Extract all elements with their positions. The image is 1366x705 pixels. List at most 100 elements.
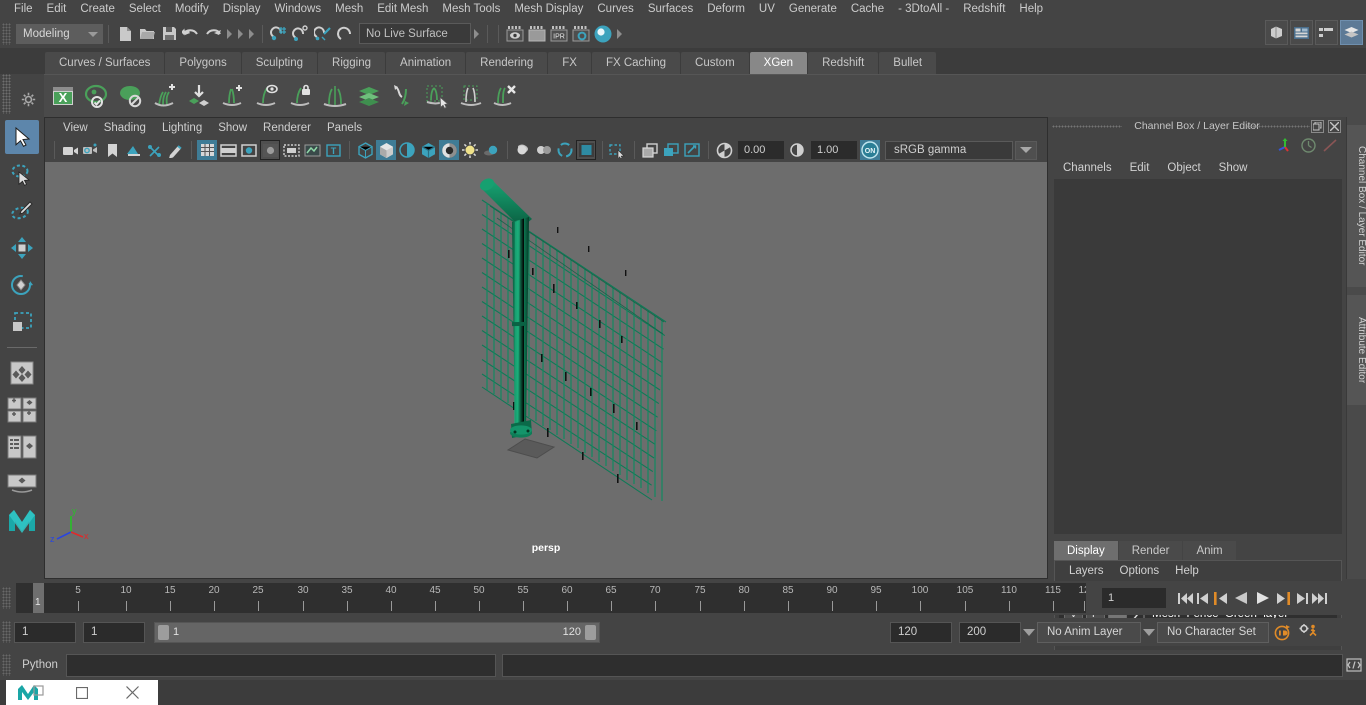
menu-redshift[interactable]: Redshift — [956, 0, 1012, 19]
menu-mesh-tools[interactable]: Mesh Tools — [435, 0, 507, 19]
render-current-frame-icon[interactable] — [504, 23, 526, 45]
shelf-tab-rigging[interactable]: Rigging — [318, 52, 386, 74]
paint-select-tool[interactable] — [5, 194, 39, 228]
channel-menu-object[interactable]: Object — [1158, 162, 1209, 174]
shelf-tab-bullet[interactable]: Bullet — [879, 52, 937, 74]
snap-to-projected-center-icon[interactable] — [334, 23, 356, 45]
slash-icon[interactable] — [1323, 139, 1338, 157]
menu-mesh[interactable]: Mesh — [328, 0, 370, 19]
time-slider[interactable]: 1 5 10 15 20 25 30 35 40 45 50 55 60 65 … — [16, 583, 1086, 613]
channel-menu-channels[interactable]: Channels — [1054, 162, 1121, 174]
channel-menu-show[interactable]: Show — [1210, 162, 1257, 174]
ipr-render-icon[interactable]: IPR — [548, 23, 570, 45]
shelf-tab-fx-caching[interactable]: FX Caching — [591, 52, 681, 74]
anim-layer-dropdown-arrow[interactable] — [1021, 622, 1037, 643]
xray-active-components-icon[interactable] — [640, 140, 660, 160]
menu-select[interactable]: Select — [122, 0, 168, 19]
close-window-icon[interactable] — [107, 680, 158, 705]
show-attribute-editor-icon[interactable] — [1290, 20, 1313, 45]
status-line-grip[interactable] — [2, 22, 11, 45]
time-slider-grip[interactable] — [2, 587, 11, 609]
clock-icon[interactable] — [1301, 138, 1316, 158]
xgen-add-groom-icon[interactable] — [149, 78, 181, 114]
status-expander-1[interactable] — [224, 23, 235, 45]
gate-mask-icon[interactable] — [260, 140, 280, 160]
go-to-end-icon[interactable] — [1310, 586, 1328, 610]
animation-start-time-field[interactable]: 1 — [14, 621, 76, 643]
new-scene-icon[interactable] — [114, 23, 136, 45]
select-camera-icon[interactable] — [60, 140, 80, 160]
exposure-value-field[interactable]: 0.00 — [738, 141, 784, 159]
command-result-field[interactable] — [502, 653, 1343, 677]
range-slider[interactable]: 1 120 — [154, 621, 600, 643]
command-language-label[interactable]: Python — [14, 659, 66, 671]
shelf-tab-curves-surfaces[interactable]: Curves / Surfaces — [45, 52, 165, 74]
menu-help[interactable]: Help — [1012, 0, 1050, 19]
restore-icon[interactable] — [1311, 120, 1324, 133]
show-modeling-toolkit-icon[interactable] — [1265, 20, 1288, 45]
auto-keyframe-toggle-icon[interactable] — [1269, 624, 1295, 641]
shaded-wireframe-icon[interactable] — [397, 140, 417, 160]
xgen-import-icon[interactable] — [183, 78, 215, 114]
step-back-keyframe-icon[interactable] — [1194, 586, 1212, 610]
live-surface-field[interactable]: No Live Surface — [359, 23, 471, 44]
menu-set-selector[interactable]: Modeling — [16, 23, 103, 44]
menu-curves[interactable]: Curves — [590, 0, 640, 19]
step-forward-frame-icon[interactable] — [1274, 586, 1292, 610]
scale-tool[interactable] — [5, 305, 39, 339]
channel-menu-edit[interactable]: Edit — [1121, 162, 1159, 174]
outliner-persp-layout[interactable] — [5, 467, 39, 501]
menu-mesh-display[interactable]: Mesh Display — [507, 0, 590, 19]
menu-display[interactable]: Display — [216, 0, 268, 19]
four-view-layout[interactable] — [5, 430, 39, 464]
status-expander-3[interactable] — [246, 23, 257, 45]
xgen-guide-visibility-icon[interactable] — [251, 78, 283, 114]
use-all-lights-icon[interactable] — [439, 140, 459, 160]
shelf-tab-redshift[interactable]: Redshift — [808, 52, 879, 74]
shelf-tab-custom[interactable]: Custom — [681, 52, 749, 74]
select-tool[interactable] — [5, 120, 39, 154]
viewport-menu-lighting[interactable]: Lighting — [154, 118, 210, 138]
redo-icon[interactable] — [202, 23, 224, 45]
menu-3dtoall[interactable]: - 3DtoAll - — [891, 0, 956, 19]
viewport-menu-view[interactable]: View — [55, 118, 96, 138]
range-slider-grip[interactable] — [2, 621, 11, 643]
play-forwards-icon[interactable] — [1252, 586, 1274, 610]
gamma-icon[interactable] — [787, 140, 807, 160]
screen-space-ao-icon[interactable] — [481, 140, 501, 160]
layer-menu-help[interactable]: Help — [1167, 565, 1207, 577]
status-expander-5[interactable] — [614, 23, 625, 45]
motion-blur-icon[interactable] — [513, 140, 533, 160]
xray-joints-icon[interactable] — [302, 140, 322, 160]
layer-tab-display[interactable]: Display — [1054, 541, 1118, 560]
viewport-canvas[interactable]: persp y z x — [45, 162, 1047, 578]
go-to-start-icon[interactable] — [1176, 586, 1194, 610]
script-editor-icon[interactable] — [1343, 654, 1365, 676]
camera-attributes-icon[interactable] — [81, 140, 101, 160]
gamma-value-field[interactable]: 1.00 — [811, 141, 857, 159]
bookmarks-icon[interactable] — [102, 140, 122, 160]
rotate-tool[interactable] — [5, 268, 39, 302]
channel-box-content[interactable] — [1054, 179, 1342, 534]
grid-toggle-icon[interactable] — [197, 140, 217, 160]
shelf-options-gear-icon[interactable] — [21, 92, 36, 112]
xgen-editor-icon[interactable]: X — [47, 78, 79, 114]
status-expander-4[interactable] — [471, 23, 482, 45]
isolate-select-component-icon[interactable] — [682, 140, 702, 160]
hypershade-icon[interactable] — [592, 23, 614, 45]
exposure-icon[interactable] — [714, 140, 734, 160]
playback-end-time-field[interactable]: 120 — [890, 621, 952, 643]
show-channel-box-icon[interactable] — [1340, 20, 1363, 45]
xray-icon[interactable] — [608, 140, 628, 160]
xray-joints-toggle-icon[interactable] — [661, 140, 681, 160]
menu-cache[interactable]: Cache — [844, 0, 891, 19]
command-line-grip[interactable] — [2, 654, 11, 676]
status-expander-2[interactable] — [235, 23, 246, 45]
layer-tab-anim[interactable]: Anim — [1183, 541, 1236, 560]
maya-logo-icon[interactable] — [5, 504, 39, 538]
grease-pencil-icon[interactable] — [165, 140, 185, 160]
side-tab-attribute-editor[interactable]: Attribute Editor — [1347, 295, 1366, 405]
hardware-texturing-icon[interactable] — [418, 140, 438, 160]
resolution-gate-icon[interactable] — [239, 140, 259, 160]
xgen-render-icon[interactable] — [115, 78, 147, 114]
